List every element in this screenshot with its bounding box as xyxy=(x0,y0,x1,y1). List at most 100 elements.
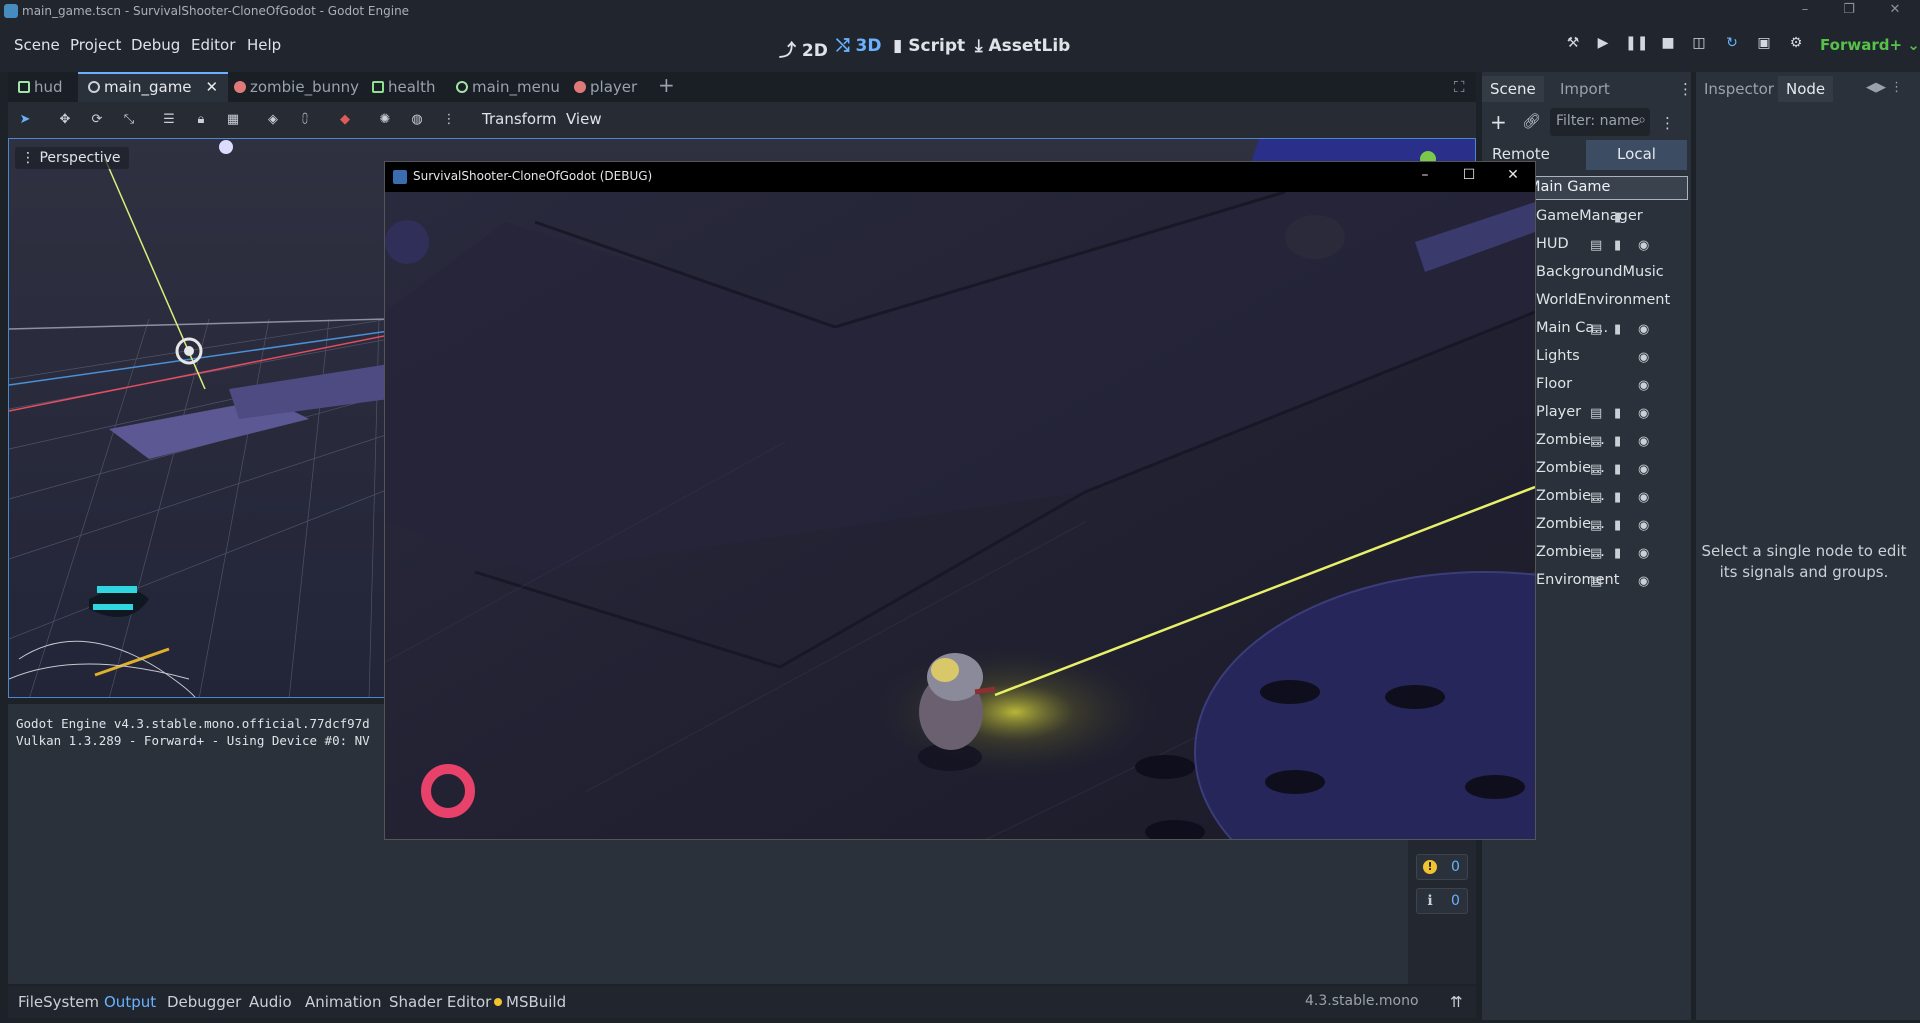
tab-output[interactable]: Output xyxy=(104,993,156,1011)
script-icon[interactable]: ▮ xyxy=(1614,490,1621,505)
tab-player[interactable]: player xyxy=(574,72,637,102)
tab-shader-editor[interactable]: Shader Editor xyxy=(389,993,491,1011)
open-scene-icon[interactable]: ▤ xyxy=(1590,546,1602,561)
pause-icon[interactable]: ❚❚ xyxy=(1625,35,1648,57)
workspace-assetlib-button[interactable]: ⤓ AssetLib xyxy=(975,36,1070,56)
perspective-menu[interactable]: ⋮ Perspective xyxy=(15,147,129,169)
script-icon[interactable]: ▮ xyxy=(1614,462,1621,477)
workspace-script-button[interactable]: ▮ Script xyxy=(893,36,965,56)
visibility-eye-icon[interactable]: ◉ xyxy=(1638,490,1649,505)
message-filter[interactable]: ℹ 0 xyxy=(1416,888,1468,914)
tree-root-selected[interactable]: Main Game xyxy=(1528,176,1688,200)
game-canvas[interactable] xyxy=(385,192,1535,840)
local-tree-button[interactable]: Local xyxy=(1586,140,1687,170)
visibility-eye-icon[interactable]: ◉ xyxy=(1638,546,1649,561)
visibility-eye-icon[interactable]: ◉ xyxy=(1638,322,1649,337)
tab-msbuild[interactable]: MSBuild xyxy=(494,993,566,1011)
open-scene-icon[interactable]: ▤ xyxy=(1590,322,1602,337)
tree-item-player[interactable]: Player xyxy=(1536,404,1581,420)
script-icon[interactable]: ▮ xyxy=(1614,238,1621,253)
more-options-icon[interactable]: ⋮ xyxy=(440,111,458,129)
group-icon[interactable]: ▦ xyxy=(224,111,242,129)
list-select-icon[interactable]: ☰ xyxy=(160,111,178,129)
open-scene-icon[interactable]: ▤ xyxy=(1590,490,1602,505)
visibility-eye-icon[interactable]: ◉ xyxy=(1638,434,1649,449)
visibility-eye-icon[interactable]: ◉ xyxy=(1638,350,1649,365)
tree-item-gamemanager[interactable]: GameManager xyxy=(1536,208,1643,224)
tab-main-menu[interactable]: main_menu xyxy=(456,72,560,102)
open-scene-icon[interactable]: ▤ xyxy=(1590,434,1602,449)
tab-import[interactable]: Import xyxy=(1552,76,1618,102)
tree-item-lights[interactable]: Lights xyxy=(1536,348,1580,364)
tab-node[interactable]: Node xyxy=(1778,76,1834,102)
select-mode-icon[interactable]: ➤ xyxy=(16,111,34,129)
menu-debug[interactable]: Debug xyxy=(131,36,180,54)
movie-maker-icon[interactable]: ◫ xyxy=(1688,35,1710,57)
rotate-mode-icon[interactable]: ⟳ xyxy=(88,111,106,129)
view-menu[interactable]: View xyxy=(566,110,602,128)
scale-mode-icon[interactable]: ⤡ xyxy=(120,111,138,129)
reload-icon[interactable]: ↻ xyxy=(1721,35,1743,57)
tab-audio[interactable]: Audio xyxy=(249,993,292,1011)
script-icon[interactable]: ▮ xyxy=(1614,406,1621,421)
distraction-free-icon[interactable]: ⛶ xyxy=(1454,72,1465,102)
add-tab-button[interactable]: + xyxy=(658,72,675,102)
lock-icon[interactable]: 🔒︎ xyxy=(192,111,210,129)
open-scene-icon[interactable]: ▤ xyxy=(1590,574,1602,589)
tab-filesystem[interactable]: FileSystem xyxy=(18,993,99,1011)
warning-filter[interactable]: ! 0 xyxy=(1416,854,1468,880)
sun-toggle-icon[interactable]: ✺ xyxy=(376,111,394,129)
visibility-eye-icon[interactable]: ◉ xyxy=(1638,462,1649,477)
more-options-icon[interactable]: ⋮ xyxy=(1678,80,1693,98)
visibility-eye-icon[interactable]: ◉ xyxy=(1638,574,1649,589)
menu-editor[interactable]: Editor xyxy=(191,36,235,54)
tab-animation[interactable]: Animation xyxy=(305,993,381,1011)
visibility-eye-icon[interactable]: ◉ xyxy=(1638,518,1649,533)
tab-inspector[interactable]: Inspector xyxy=(1696,76,1782,102)
close-tab-icon[interactable]: ✕ xyxy=(206,78,219,96)
open-scene-icon[interactable]: ▤ xyxy=(1590,406,1602,421)
tree-item-floor[interactable]: Floor xyxy=(1536,376,1572,392)
visibility-eye-icon[interactable]: ◉ xyxy=(1638,238,1649,253)
script-icon[interactable]: ▮ xyxy=(1614,546,1621,561)
tab-health[interactable]: health xyxy=(372,72,435,102)
menu-scene[interactable]: Scene xyxy=(14,36,60,54)
workspace-3d-button[interactable]: ⤭ 3D xyxy=(836,36,881,56)
tree-item-hud[interactable]: HUD xyxy=(1536,236,1569,252)
stop-icon[interactable]: ■ xyxy=(1657,35,1679,57)
tree-item-enviroment[interactable]: Enviroment xyxy=(1536,572,1619,588)
script-icon[interactable]: ▮ xyxy=(1614,518,1621,533)
add-node-icon[interactable]: + xyxy=(1490,110,1507,134)
snap-icon[interactable]: ⩇ xyxy=(296,111,314,129)
link-icon[interactable]: 🔗︎ xyxy=(1522,112,1541,130)
dock-arrows-icon[interactable]: ◀▶ ⋮ xyxy=(1866,80,1903,95)
tab-zombie-bunny[interactable]: zombie_bunny xyxy=(234,72,359,102)
menu-project[interactable]: Project xyxy=(70,36,121,54)
script-icon[interactable]: ▮ xyxy=(1614,210,1621,225)
game-debug-window[interactable]: SurvivalShooter-CloneOfGodot (DEBUG) – ☐… xyxy=(384,161,1536,840)
close-icon[interactable]: ✕ xyxy=(1503,167,1523,187)
more-options-icon[interactable]: ⋮ xyxy=(1660,114,1675,132)
close-icon[interactable]: ✕ xyxy=(1880,2,1910,20)
open-scene-icon[interactable]: ▤ xyxy=(1590,518,1602,533)
restore-icon[interactable]: ❐ xyxy=(1834,2,1864,20)
minimize-icon[interactable]: – xyxy=(1790,2,1820,20)
open-scene-icon[interactable]: ▤ xyxy=(1590,238,1602,253)
visibility-eye-icon[interactable]: ◉ xyxy=(1638,406,1649,421)
renderer-select[interactable]: Forward+ ⌄ xyxy=(1820,36,1920,54)
local-space-icon[interactable]: ◈ xyxy=(264,111,282,129)
transform-menu[interactable]: Transform xyxy=(482,110,557,128)
maximize-icon[interactable]: ☐ xyxy=(1459,167,1479,187)
play-custom-icon[interactable]: ⚙ xyxy=(1785,35,1807,57)
expand-panel-icon[interactable]: ⇈ xyxy=(1450,993,1463,1011)
move-mode-icon[interactable]: ✥ xyxy=(56,111,74,129)
filter-nodes-input[interactable]: Filter: name ⌕ xyxy=(1550,108,1650,136)
tree-item-worldenvironment[interactable]: WorldEnvironment xyxy=(1536,292,1670,308)
play-scene-icon[interactable]: ▣ xyxy=(1753,35,1775,57)
preview-sun-icon[interactable]: ◆ xyxy=(336,111,354,129)
minimize-icon[interactable]: – xyxy=(1415,167,1435,187)
environment-toggle-icon[interactable]: ◍ xyxy=(408,111,426,129)
tree-item-backgroundmusic[interactable]: BackgroundMusic xyxy=(1536,264,1664,280)
tab-scene[interactable]: Scene xyxy=(1482,76,1544,102)
visibility-eye-icon[interactable]: ◉ xyxy=(1638,378,1649,393)
